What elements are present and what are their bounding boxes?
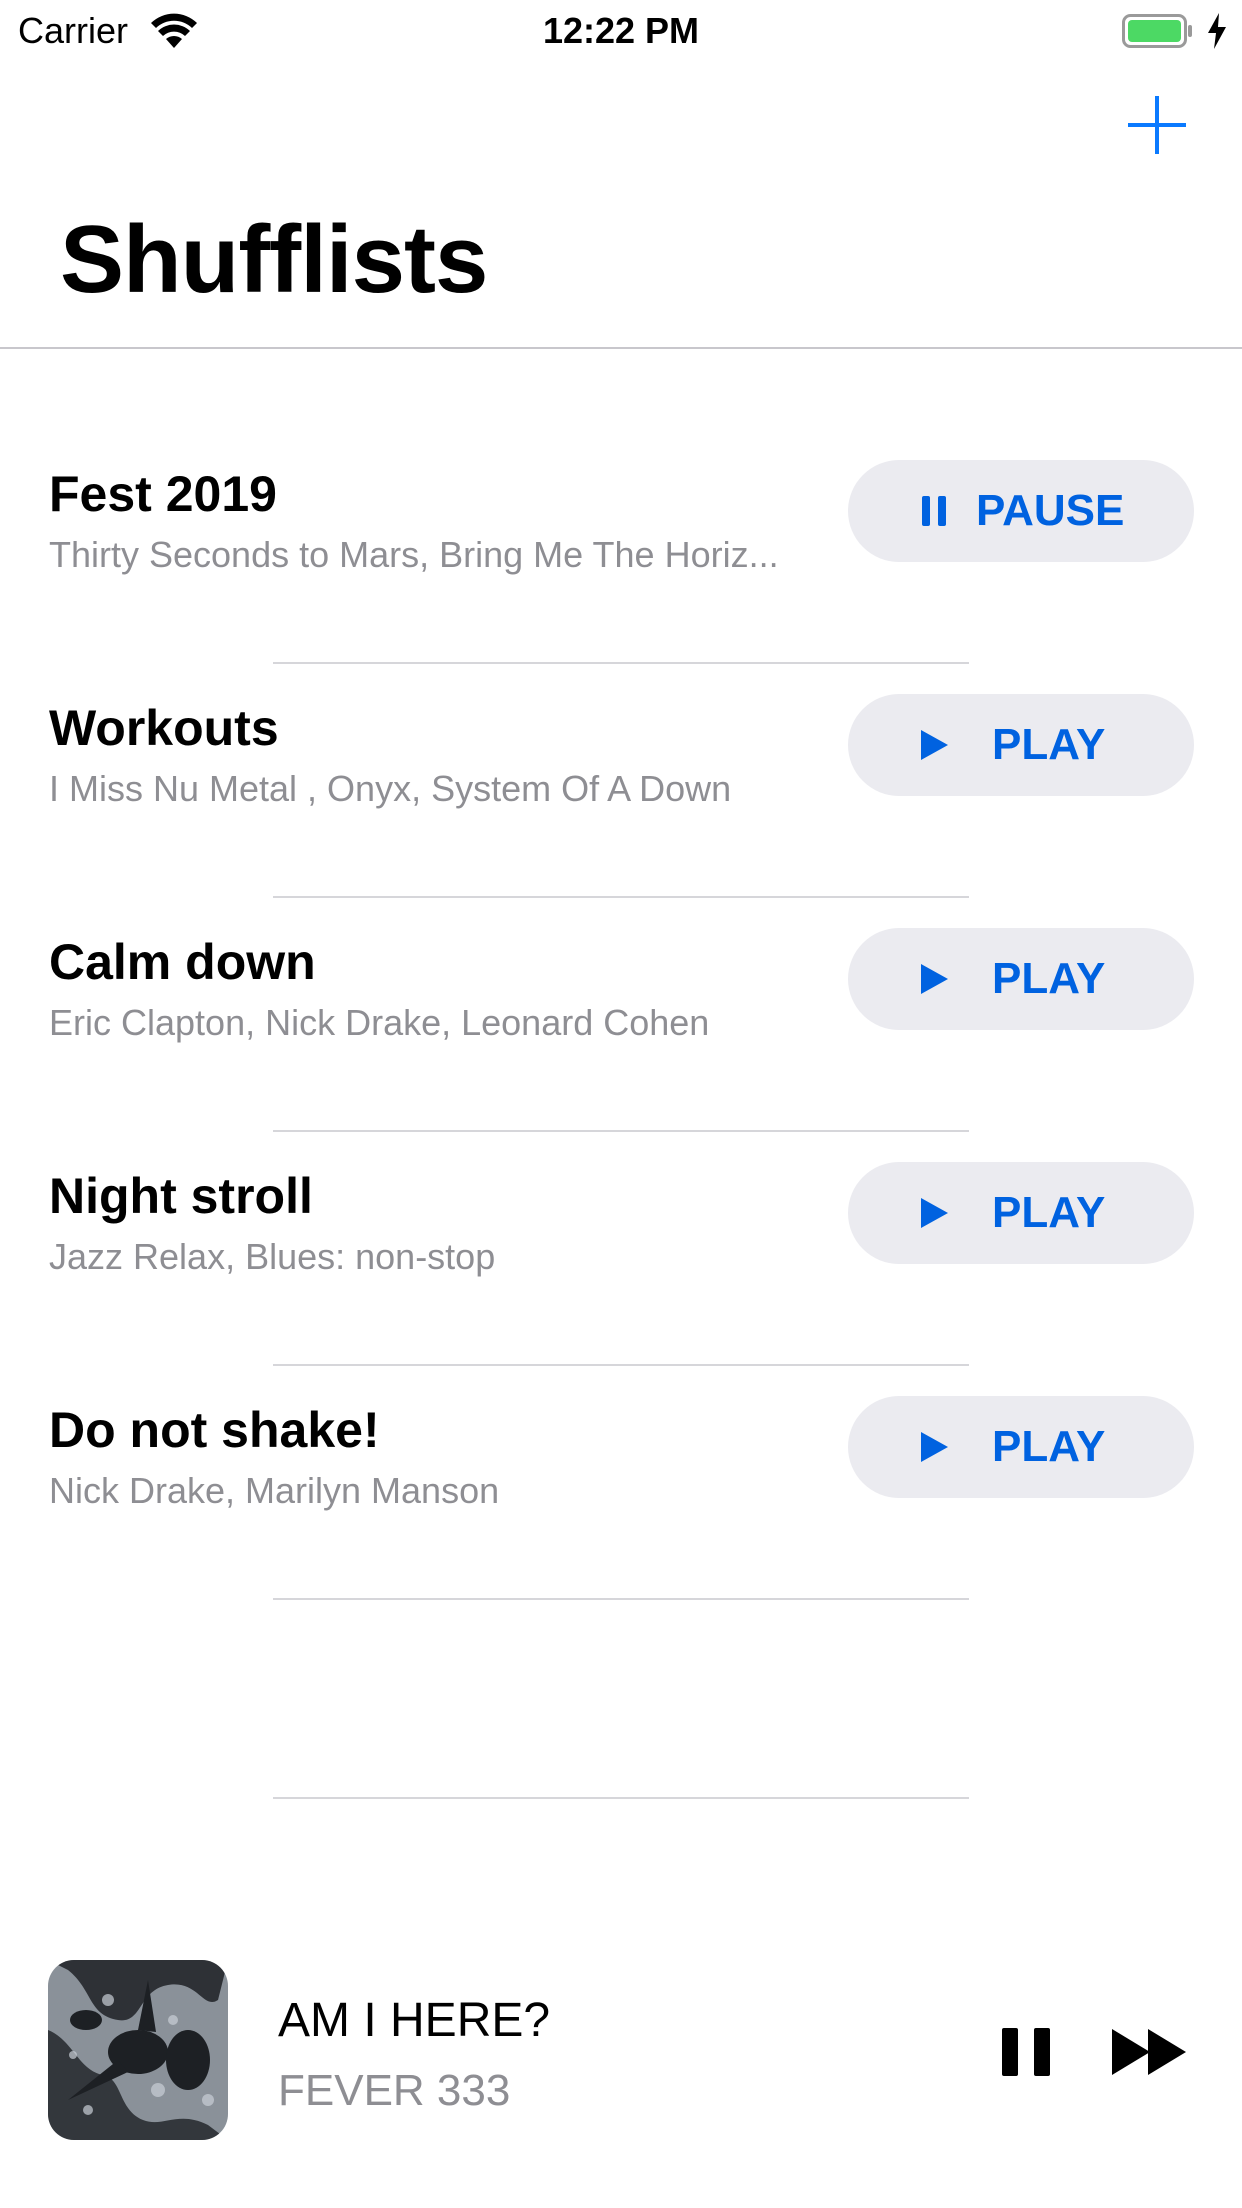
add-playlist-button[interactable] (1124, 92, 1190, 158)
playlist-artists: Thirty Seconds to Mars, Bring Me The Hor… (49, 534, 779, 575)
playlist-row[interactable]: Workouts I Miss Nu Metal , Onyx, System … (0, 660, 1242, 898)
playlist-artists: Jazz Relax, Blues: non-stop (49, 1236, 496, 1277)
play-label: PLAY (992, 1422, 1106, 1471)
playlist-title: Calm down (49, 934, 316, 990)
pause-icon (922, 496, 946, 526)
play-icon (921, 964, 948, 994)
battery-icon (1122, 14, 1192, 48)
next-track-button[interactable] (1110, 2026, 1190, 2078)
now-playing-title: AM I HERE? (278, 1994, 551, 2047)
row-divider (273, 1797, 969, 1799)
play-label: PLAY (992, 1188, 1106, 1237)
play-button[interactable]: PLAY (848, 928, 1194, 1030)
playlist-artists: Nick Drake, Marilyn Manson (49, 1470, 500, 1511)
header-divider (0, 347, 1242, 349)
page-title: Shufflists (60, 206, 488, 313)
playlist-title: Night stroll (49, 1168, 313, 1224)
fast-forward-icon (1112, 2029, 1186, 2075)
play-label: PLAY (992, 720, 1106, 769)
row-divider (273, 1598, 969, 1600)
playlist-title: Do not shake! (49, 1402, 380, 1458)
play-label: PLAY (992, 954, 1106, 1003)
plus-icon (1128, 96, 1186, 154)
play-icon (921, 1432, 948, 1462)
play-button[interactable]: PLAY (848, 694, 1194, 796)
status-time: 12:22 PM (542, 10, 700, 51)
playlist-row[interactable]: Do not shake! Nick Drake, Marilyn Manson… (0, 1362, 1242, 1600)
playlist-row[interactable]: Calm down Eric Clapton, Nick Drake, Leon… (0, 894, 1242, 1132)
charging-bolt-icon (1208, 13, 1226, 49)
play-icon (921, 1198, 948, 1228)
playlist-title: Workouts (49, 700, 279, 756)
pause-icon (1002, 2028, 1050, 2076)
playlist-artists: Eric Clapton, Nick Drake, Leonard Cohen (49, 1002, 710, 1043)
playlist-title: Fest 2019 (49, 466, 277, 522)
now-playing-artist: FEVER 333 (278, 2066, 511, 2115)
playlist-row[interactable]: Fest 2019 Thirty Seconds to Mars, Bring … (0, 426, 1242, 664)
play-button[interactable]: PLAY (848, 1162, 1194, 1264)
play-icon (921, 730, 948, 760)
playlist-row[interactable]: Night stroll Jazz Relax, Blues: non-stop… (0, 1128, 1242, 1366)
pause-label: PAUSE (976, 486, 1125, 535)
pause-button[interactable]: PAUSE (848, 460, 1194, 562)
album-artwork[interactable] (48, 1960, 228, 2140)
play-button[interactable]: PLAY (848, 1396, 1194, 1498)
playlist-artists: I Miss Nu Metal , Onyx, System Of A Down (49, 768, 732, 809)
now-playing-pause-button[interactable] (1000, 2026, 1052, 2078)
